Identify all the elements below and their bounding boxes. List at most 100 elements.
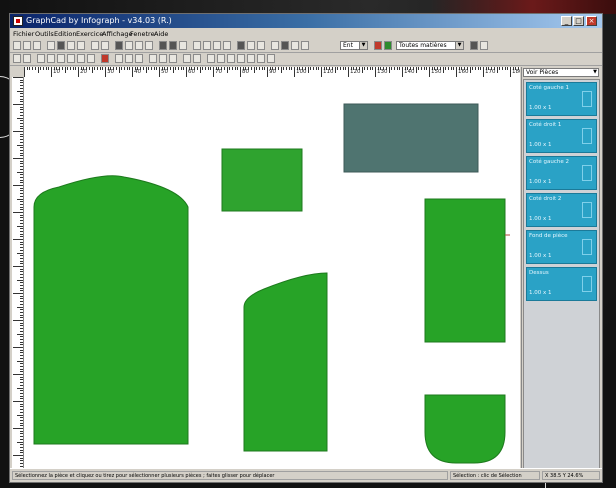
copy-piece-icon[interactable] (115, 54, 123, 63)
join-icon[interactable] (237, 54, 245, 63)
dimension-icon[interactable] (267, 54, 275, 63)
filter-icon[interactable] (480, 41, 488, 50)
piece-list-item[interactable]: Fond de pièce 1.00 x 1 (526, 230, 597, 264)
hand-icon[interactable] (281, 41, 289, 50)
scale-icon[interactable] (135, 54, 143, 63)
move-piece-icon[interactable] (125, 54, 133, 63)
maximize-button[interactable]: □ (573, 16, 584, 26)
delete-icon[interactable] (101, 54, 109, 63)
ruler-label: 160 (458, 69, 469, 75)
layer-select[interactable]: Toutes matières ▼ (396, 41, 464, 50)
close-button[interactable]: × (586, 16, 597, 26)
color-red-icon[interactable] (374, 41, 382, 50)
redo-icon[interactable] (101, 41, 109, 50)
piece-list-item[interactable]: Coté gauche 1 1.00 x 1 (526, 82, 597, 116)
zoom-fit-icon[interactable] (179, 41, 187, 50)
ruler-tick (20, 101, 23, 103)
open-icon[interactable] (23, 41, 31, 50)
ruler-tick (20, 406, 23, 408)
annotate-icon[interactable] (257, 54, 265, 63)
align-icon[interactable] (257, 41, 265, 50)
pointer-icon[interactable] (301, 41, 309, 50)
ruler-tick (78, 67, 79, 77)
plot-icon[interactable] (217, 54, 225, 63)
ruler-tick (13, 131, 23, 132)
title-bar[interactable]: GraphCad by Infograph - v34.03 (R.) _ □ … (10, 14, 602, 28)
polyline-icon[interactable] (37, 54, 45, 63)
notch-icon[interactable] (149, 54, 157, 63)
paste-icon[interactable] (77, 41, 85, 50)
copy-icon[interactable] (67, 41, 75, 50)
ruler-tick (17, 414, 23, 416)
ruler-tick (250, 67, 252, 70)
zoom-in-icon[interactable] (159, 41, 167, 50)
draw-circle-icon[interactable] (145, 41, 153, 50)
piece-arched-panel[interactable] (33, 175, 189, 445)
zoom-select[interactable]: Ent ▼ (340, 41, 368, 50)
text-icon[interactable] (247, 41, 255, 50)
pieces-list[interactable]: Coté gauche 1 1.00 x 1 Coté droit 1 1.00… (523, 79, 600, 472)
bezier-icon[interactable] (57, 54, 65, 63)
menu-fenetre[interactable]: Fenetre (130, 30, 155, 38)
cut-icon[interactable] (57, 41, 65, 50)
ruler-tick (372, 67, 374, 70)
color-green-icon[interactable] (384, 41, 392, 50)
extend-icon[interactable] (87, 54, 95, 63)
grade-icon[interactable] (193, 54, 201, 63)
piece-gray-rectangle[interactable] (343, 103, 479, 173)
ruler-tick (13, 77, 23, 78)
layers-icon[interactable] (237, 41, 245, 50)
snap-icon[interactable] (291, 41, 299, 50)
group-icon[interactable] (271, 41, 279, 50)
piece-rounded-bottom[interactable] (424, 394, 506, 464)
node-icon[interactable] (23, 54, 31, 63)
piece-list-item[interactable]: Coté droit 1 1.00 x 1 (526, 119, 597, 153)
ruler-tick (13, 185, 23, 186)
pleat-icon[interactable] (183, 54, 191, 63)
zoom-out-icon[interactable] (169, 41, 177, 50)
ruler-label: 20 (80, 69, 87, 75)
drawing-canvas[interactable] (24, 77, 520, 474)
seam-icon[interactable] (159, 54, 167, 63)
piece-list-item[interactable]: Coté gauche 2 1.00 x 1 (526, 156, 597, 190)
rotate-icon[interactable] (213, 41, 221, 50)
menu-outils[interactable]: Outils (35, 30, 54, 38)
ruler-tick (20, 220, 23, 222)
marker-icon[interactable] (207, 54, 215, 63)
offset-icon[interactable] (67, 54, 75, 63)
new-file-icon[interactable] (13, 41, 21, 50)
arc-icon[interactable] (47, 54, 55, 63)
piece-list-item[interactable]: Coté droit 2 1.00 x 1 (526, 193, 597, 227)
piece-thumbnail-icon (582, 239, 592, 255)
smooth-icon[interactable] (247, 54, 255, 63)
ruler-tick (294, 67, 295, 77)
measure-icon[interactable] (203, 41, 211, 50)
minimize-button[interactable]: _ (561, 16, 572, 26)
piece-tall-rectangle[interactable] (424, 198, 506, 343)
select-icon[interactable] (13, 54, 21, 63)
grid-icon[interactable] (193, 41, 201, 50)
menu-edition[interactable]: Edition (54, 30, 77, 38)
status-mode: Sélection : clic de Sélection (450, 471, 540, 480)
piece-list-item[interactable]: Dessus 1.00 x 1 (526, 267, 597, 301)
menu-affichage[interactable]: Affichage (102, 30, 133, 38)
print-icon[interactable] (47, 41, 55, 50)
save-icon[interactable] (33, 41, 41, 50)
piece-small-rectangle[interactable] (221, 148, 303, 212)
split-icon[interactable] (227, 54, 235, 63)
menu-aide[interactable]: Aide (154, 30, 168, 38)
trim-icon[interactable] (77, 54, 85, 63)
menu-fichier[interactable]: Fichier (13, 30, 34, 38)
draw-curve-icon[interactable] (125, 41, 133, 50)
piece-slanted-panel[interactable] (243, 272, 328, 452)
ruler-tick (207, 67, 209, 70)
draw-line-icon[interactable] (115, 41, 123, 50)
dart-icon[interactable] (169, 54, 177, 63)
mirror-icon[interactable] (223, 41, 231, 50)
properties-icon[interactable] (470, 41, 478, 50)
draw-rect-icon[interactable] (135, 41, 143, 50)
menu-exercice[interactable]: Exercice (76, 30, 103, 38)
pieces-panel-select[interactable]: Voir Pièces ▼ (523, 68, 599, 77)
undo-icon[interactable] (91, 41, 99, 50)
ruler-tick (20, 328, 23, 330)
